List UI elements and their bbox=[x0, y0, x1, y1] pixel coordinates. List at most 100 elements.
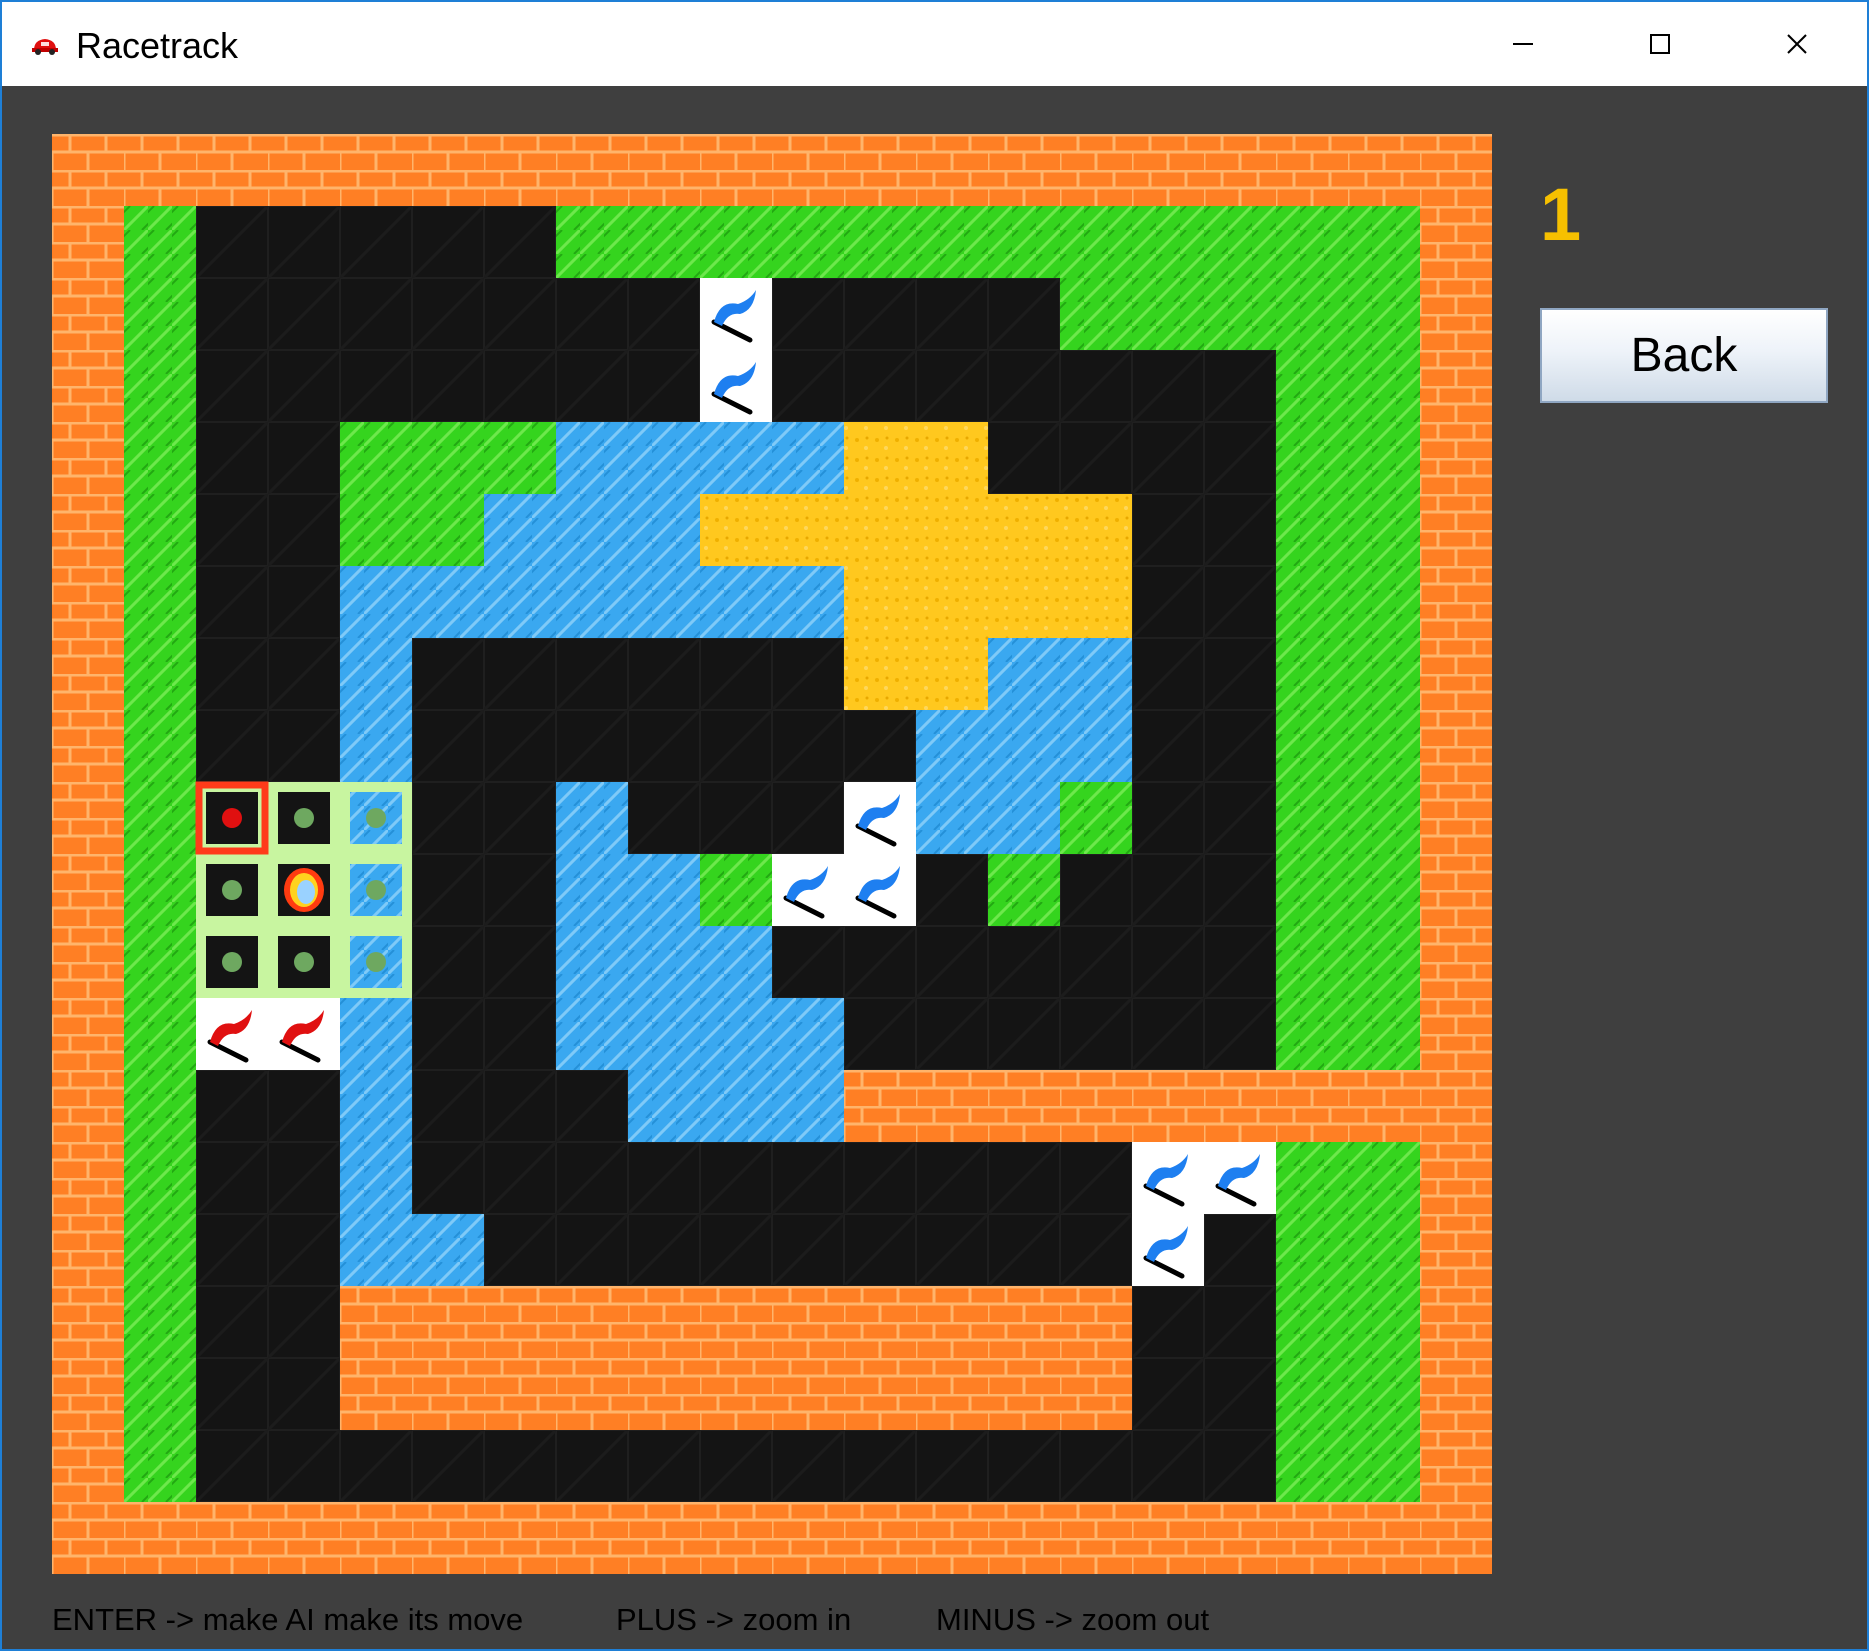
sand-cell bbox=[844, 566, 916, 638]
wall-cell bbox=[52, 134, 124, 206]
wall-cell bbox=[52, 1286, 124, 1358]
water-cell bbox=[484, 494, 556, 566]
move-option-dot[interactable] bbox=[366, 808, 386, 828]
wall-cell bbox=[1420, 998, 1492, 1070]
road-cell bbox=[1204, 926, 1276, 998]
grass-cell bbox=[1348, 998, 1420, 1070]
road-cell bbox=[916, 854, 988, 926]
grass-cell bbox=[1348, 1430, 1420, 1502]
maximize-button[interactable] bbox=[1591, 2, 1729, 86]
grass-cell bbox=[1276, 278, 1348, 350]
road-cell bbox=[916, 1142, 988, 1214]
grass-cell bbox=[1276, 638, 1348, 710]
wall-cell bbox=[988, 1358, 1060, 1430]
wall-cell bbox=[1060, 1286, 1132, 1358]
road-cell bbox=[1060, 422, 1132, 494]
road-cell bbox=[844, 998, 916, 1070]
road-cell bbox=[988, 998, 1060, 1070]
road-cell bbox=[1204, 422, 1276, 494]
water-cell bbox=[556, 782, 628, 854]
road-cell bbox=[196, 350, 268, 422]
road-cell bbox=[412, 998, 484, 1070]
water-cell bbox=[412, 1214, 484, 1286]
close-button[interactable] bbox=[1728, 2, 1866, 86]
move-option-dot[interactable] bbox=[222, 880, 242, 900]
wall-cell bbox=[484, 1502, 556, 1574]
wall-cell bbox=[1420, 1142, 1492, 1214]
road-cell bbox=[772, 1214, 844, 1286]
move-option-dot[interactable] bbox=[222, 952, 242, 972]
road-cell bbox=[1204, 710, 1276, 782]
wall-cell bbox=[1420, 1286, 1492, 1358]
track-grid[interactable] bbox=[52, 134, 1492, 1574]
grass-cell bbox=[1132, 278, 1204, 350]
help-minus: MINUS -> zoom out bbox=[936, 1602, 1210, 1637]
wall-cell bbox=[988, 1286, 1060, 1358]
wall-cell bbox=[1420, 206, 1492, 278]
minimize-icon bbox=[1513, 43, 1533, 45]
move-option-dot[interactable] bbox=[294, 808, 314, 828]
road-cell bbox=[484, 710, 556, 782]
water-cell bbox=[340, 1214, 412, 1286]
wall-cell bbox=[52, 710, 124, 782]
minimize-button[interactable] bbox=[1454, 2, 1592, 86]
grass-cell bbox=[124, 206, 196, 278]
wall-cell bbox=[1348, 1502, 1420, 1574]
wall-cell bbox=[1420, 854, 1492, 926]
wall-cell bbox=[412, 1502, 484, 1574]
grass-cell bbox=[124, 494, 196, 566]
wall-cell bbox=[844, 134, 916, 206]
road-cell bbox=[484, 206, 556, 278]
wall-cell bbox=[340, 134, 412, 206]
grass-cell bbox=[988, 206, 1060, 278]
road-cell bbox=[412, 278, 484, 350]
selected-move-dot[interactable] bbox=[222, 808, 242, 828]
water-cell bbox=[988, 710, 1060, 782]
road-cell bbox=[412, 1142, 484, 1214]
wall-cell bbox=[772, 1358, 844, 1430]
road-cell bbox=[916, 998, 988, 1070]
road-cell bbox=[844, 710, 916, 782]
water-cell bbox=[340, 998, 412, 1070]
road-cell bbox=[916, 1430, 988, 1502]
sand-cell bbox=[772, 494, 844, 566]
wall-cell bbox=[196, 1502, 268, 1574]
road-cell bbox=[268, 1358, 340, 1430]
road-cell bbox=[484, 1070, 556, 1142]
grass-cell bbox=[1276, 1214, 1348, 1286]
road-cell bbox=[988, 1142, 1060, 1214]
grass-cell bbox=[1060, 278, 1132, 350]
race-track-board[interactable] bbox=[52, 134, 1492, 1574]
sand-cell bbox=[1060, 494, 1132, 566]
road-cell bbox=[1060, 998, 1132, 1070]
water-cell bbox=[700, 566, 772, 638]
wall-cell bbox=[1276, 134, 1348, 206]
road-cell bbox=[772, 350, 844, 422]
grass-cell bbox=[124, 1142, 196, 1214]
road-cell bbox=[412, 710, 484, 782]
move-option-dot[interactable] bbox=[366, 952, 386, 972]
back-button[interactable]: Back bbox=[1540, 308, 1828, 403]
grass-cell bbox=[124, 926, 196, 998]
grass-cell bbox=[484, 422, 556, 494]
water-cell bbox=[556, 998, 628, 1070]
move-option-dot[interactable] bbox=[366, 880, 386, 900]
road-cell bbox=[412, 350, 484, 422]
wall-cell bbox=[844, 1286, 916, 1358]
wall-cell bbox=[1420, 1502, 1492, 1574]
grass-cell bbox=[1348, 206, 1420, 278]
road-cell bbox=[484, 1430, 556, 1502]
wall-cell bbox=[916, 1070, 988, 1142]
water-cell bbox=[556, 422, 628, 494]
player-car-icon bbox=[278, 864, 330, 916]
sand-cell bbox=[916, 566, 988, 638]
wall-cell bbox=[628, 1358, 700, 1430]
water-cell bbox=[988, 638, 1060, 710]
water-cell bbox=[556, 926, 628, 998]
water-cell bbox=[700, 926, 772, 998]
road-cell bbox=[412, 638, 484, 710]
road-cell bbox=[628, 278, 700, 350]
water-cell bbox=[772, 566, 844, 638]
sand-cell bbox=[700, 494, 772, 566]
move-option-dot[interactable] bbox=[294, 952, 314, 972]
